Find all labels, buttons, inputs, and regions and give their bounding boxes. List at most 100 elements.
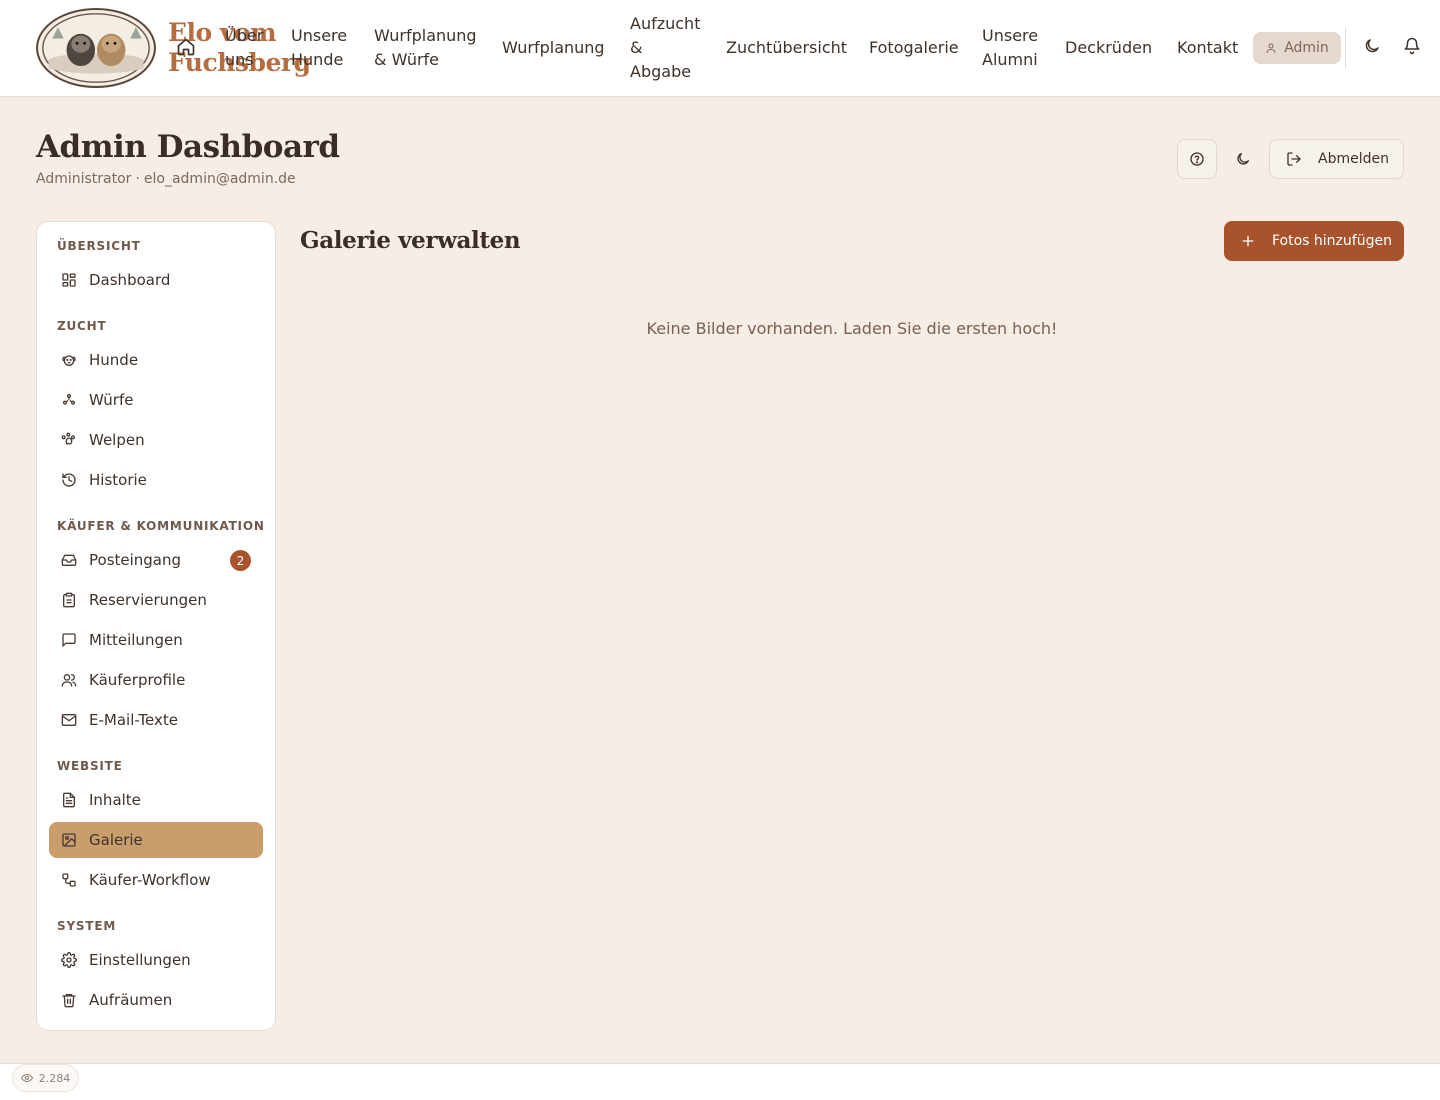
sidebar-section-title: KÄUFER & KOMMUNIKATION — [57, 519, 265, 533]
sidebar-item-label: Aufräumen — [89, 991, 173, 1009]
nav-link-line: & — [630, 38, 643, 57]
unread-count-badge: 2 — [230, 550, 251, 571]
nav-link-wurfplanung[interactable]: Wurfplanung — [502, 36, 605, 60]
nav-link-kontakt[interactable]: Kontakt — [1177, 36, 1238, 60]
footer — [0, 1063, 1440, 1100]
sidebar-item-wuerfe[interactable]: Würfe — [49, 382, 263, 418]
nav-link-zuchtuebersicht[interactable]: Zuchtübersicht — [726, 36, 847, 60]
sidebar-item-label: Posteingang — [89, 551, 182, 569]
nav-link-unsere-alumni[interactable]: Unsere Alumni — [982, 24, 1038, 72]
kennel-logo-image — [42, 13, 150, 83]
admin-button[interactable]: Admin — [1253, 32, 1341, 64]
moon-icon — [1365, 39, 1379, 53]
nav-link-line: & Würfe — [374, 50, 440, 69]
trash-icon — [62, 994, 76, 1008]
message-icon — [62, 633, 76, 647]
sidebar-section-title: WEBSITE — [57, 759, 123, 773]
bell-icon — [1404, 37, 1420, 55]
sidebar-item-label: Dashboard — [89, 271, 171, 289]
nav-link-line: Unsere — [982, 26, 1039, 45]
sidebar-item-label: Galerie — [89, 831, 143, 849]
home-link[interactable] — [176, 37, 198, 59]
help-button[interactable] — [1177, 139, 1217, 179]
user-info-separator: · — [135, 171, 140, 187]
sidebar-item-label: Käufer-Workflow — [89, 871, 211, 889]
document-icon — [63, 792, 75, 808]
sidebar-item-label: E-Mail-Texte — [89, 711, 178, 729]
nav-link-unsere-hunde[interactable]: Unsere Hunde — [291, 24, 347, 72]
sidebar-section-title: ÜBERSICHT — [57, 239, 141, 253]
users-icon — [61, 674, 77, 687]
view-count: 2.284 — [38, 1071, 71, 1085]
sidebar-item-hunde[interactable]: Hunde — [49, 342, 263, 378]
admin-button-label: Admin — [1284, 40, 1329, 56]
history-icon — [62, 473, 76, 487]
sidebar-item-aufraeumen[interactable]: Aufräumen — [49, 982, 263, 1018]
mail-icon — [61, 714, 77, 726]
sidebar-item-historie[interactable]: Historie — [49, 462, 263, 498]
user-email: elo_admin@admin.de — [143, 171, 296, 187]
nav-link-line: Unsere — [291, 26, 348, 45]
plus-icon — [1242, 235, 1254, 247]
nav-link-line: Über — [225, 26, 264, 45]
sidebar-item-email-texte[interactable]: E-Mail-Texte — [49, 702, 263, 738]
sidebar-item-kaeuferprofile[interactable]: Käuferprofile — [49, 662, 263, 698]
nav-link-ueber-uns[interactable]: Über uns — [225, 24, 263, 72]
nav-link-line: Kontakt — [1177, 38, 1239, 57]
sidebar-item-label: Welpen — [89, 431, 145, 449]
nav-link-wurfplanung-wuerfe[interactable]: Wurfplanung & Würfe — [374, 24, 477, 72]
gear-icon — [61, 952, 77, 968]
nav-link-line: Alumni — [982, 50, 1038, 69]
sidebar-item-label: Hunde — [89, 351, 139, 369]
nav-link-aufzucht-abgabe[interactable]: Aufzucht & Abgabe — [630, 12, 700, 84]
nav-link-line: Deckrüden — [1065, 38, 1153, 57]
sidebar-item-label: Mitteilungen — [89, 631, 183, 649]
sidebar-item-inhalte[interactable]: Inhalte — [49, 782, 263, 818]
sidebar-item-galerie[interactable]: Galerie — [49, 822, 263, 858]
nav-link-line: Abgabe — [630, 62, 692, 81]
add-photos-button-label: Fotos hinzufügen — [1272, 233, 1392, 249]
nav-link-line: uns — [225, 50, 254, 69]
sidebar-item-label: Würfe — [89, 391, 134, 409]
sidebar-item-dashboard[interactable]: Dashboard — [49, 262, 263, 298]
sidebar-item-kaeufer-workflow[interactable]: Käufer-Workflow — [49, 862, 263, 898]
sidebar-item-mitteilungen[interactable]: Mitteilungen — [49, 622, 263, 658]
nav-link-line: Wurfplanung — [374, 26, 477, 45]
view-counter: 2.284 — [12, 1064, 79, 1092]
image-icon — [62, 833, 76, 847]
kennel-logo[interactable] — [36, 8, 156, 88]
notifications-button[interactable] — [1403, 37, 1425, 59]
sidebar-item-reservierungen[interactable]: Reservierungen — [49, 582, 263, 618]
nav-link-fotogalerie[interactable]: Fotogalerie — [869, 36, 959, 60]
header-divider — [1345, 28, 1346, 68]
nav-link-line: Wurfplanung — [502, 38, 605, 57]
sidebar-item-posteingang[interactable]: Posteingang 2 — [49, 542, 263, 578]
dog-icon — [62, 355, 76, 366]
nav-link-line: Hunde — [291, 50, 344, 69]
user-role: Administrator — [36, 171, 132, 187]
dashboard-theme-toggle[interactable] — [1225, 139, 1261, 179]
add-photos-button[interactable]: Fotos hinzufügen — [1224, 221, 1404, 261]
nav-link-line: Fotogalerie — [869, 38, 959, 57]
sidebar-section-title: SYSTEM — [57, 919, 117, 933]
page-title: Admin Dashboard — [36, 129, 340, 165]
dashboard-icon — [62, 273, 76, 287]
sidebar-item-einstellungen[interactable]: Einstellungen — [49, 942, 263, 978]
sidebar-item-label: Einstellungen — [89, 951, 191, 969]
paw-icon — [61, 432, 75, 445]
logout-button[interactable]: Abmelden — [1269, 139, 1404, 179]
user-icon — [1266, 43, 1276, 53]
sidebar-item-welpen[interactable]: Welpen — [49, 422, 263, 458]
inbox-icon — [61, 554, 77, 566]
moon-icon — [1237, 153, 1249, 165]
help-icon — [1190, 152, 1204, 166]
gallery-title: Galerie verwalten — [300, 227, 521, 254]
admin-sidebar: ÜBERSICHT Dashboard ZUCHT Hunde Würfe We… — [36, 221, 276, 1031]
theme-toggle-button[interactable] — [1363, 37, 1385, 59]
empty-gallery-message: Keine Bilder vorhanden. Laden Sie die er… — [646, 319, 1058, 338]
litter-icon — [63, 394, 75, 405]
sidebar-item-label: Inhalte — [89, 791, 141, 809]
nav-link-line: Zuchtübersicht — [726, 38, 848, 57]
clipboard-icon — [63, 592, 75, 608]
nav-link-deckrueden[interactable]: Deckrüden — [1065, 36, 1152, 60]
